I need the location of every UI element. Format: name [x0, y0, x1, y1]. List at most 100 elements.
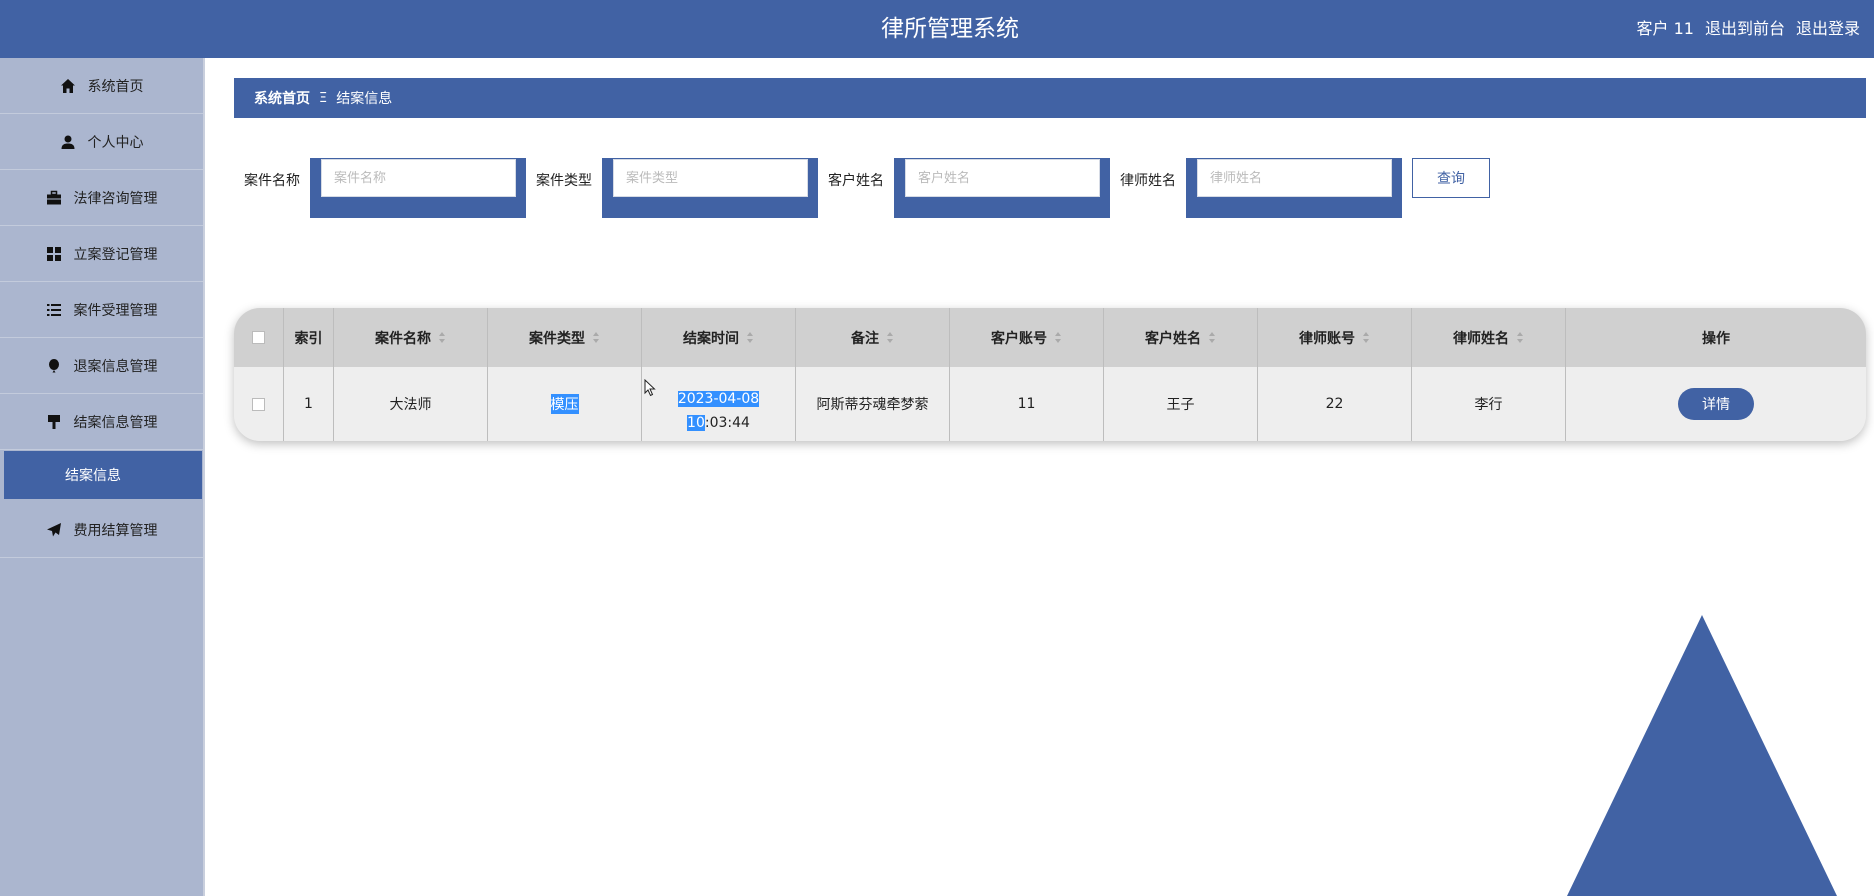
client-name-input[interactable]: [905, 159, 1100, 197]
column-header-label: 操作: [1702, 330, 1730, 347]
column-header-label: 律师姓名: [1453, 330, 1509, 347]
cell-action: 详情: [1566, 367, 1866, 441]
column-header-remark[interactable]: 备注: [796, 308, 950, 367]
breadcrumb-current: 结案信息: [336, 91, 393, 107]
briefcase-icon: [46, 190, 61, 204]
sidebar-item-label: 退案信息管理: [73, 358, 158, 375]
sidebar-item-label: 系统首页: [87, 78, 144, 95]
sort-icon[interactable]: [1363, 332, 1370, 343]
cell-close-time: 2023-04-08 10:03:44: [642, 367, 796, 441]
user-icon: [61, 135, 74, 149]
client-name-box: [894, 158, 1110, 218]
case-name-input[interactable]: [321, 159, 516, 197]
sidebar-item-label: 法律咨询管理: [73, 190, 158, 207]
sidebar-item-case-close[interactable]: 结案信息管理: [0, 394, 203, 450]
column-header-label: 结案时间: [683, 330, 739, 347]
column-header-label: 客户账号: [991, 330, 1047, 347]
mouse-cursor-icon: [644, 379, 656, 397]
case-type-label: 案件类型: [536, 173, 592, 189]
lawyer-name-box: [1186, 158, 1402, 218]
cell-client-account: 11: [950, 367, 1104, 441]
select-all-cell: [234, 308, 284, 367]
case-close-table: 索引 案件名称 案件类型 结案时间 备注 客户账号 客户姓名 律师账号 律师姓名…: [234, 308, 1866, 441]
home-icon: [60, 78, 75, 93]
sort-icon[interactable]: [593, 332, 600, 343]
cell-lawyer-name: 李行: [1412, 367, 1566, 441]
sidebar-item-legal-consult[interactable]: 法律咨询管理: [0, 170, 203, 226]
sidebar-item-label: 个人中心: [87, 134, 144, 151]
case-name-box: [310, 158, 526, 218]
column-header-lawyer-name[interactable]: 律师姓名: [1412, 308, 1566, 367]
table-header-row: 索引 案件名称 案件类型 结案时间 备注 客户账号 客户姓名 律师账号 律师姓名…: [234, 308, 1866, 367]
app-title: 律所管理系统: [881, 16, 1019, 42]
sidebar-item-case-register[interactable]: 立案登记管理: [0, 226, 203, 282]
header-actions: 客户 11 退出到前台 退出登录: [1637, 0, 1860, 58]
selected-text: 模压: [550, 394, 579, 414]
sidebar-item-label: 结案信息管理: [73, 414, 158, 431]
sort-icon[interactable]: [1209, 332, 1216, 343]
sidebar-subitem-case-close-info[interactable]: 结案信息: [4, 451, 202, 499]
column-header-close-time[interactable]: 结案时间: [642, 308, 796, 367]
sidebar-item-label: 立案登记管理: [73, 246, 158, 263]
sidebar-item-profile[interactable]: 个人中心: [0, 114, 203, 170]
case-type-input[interactable]: [613, 159, 808, 197]
top-header: 律所管理系统 客户 11 退出到前台 退出登录: [0, 0, 1874, 58]
table-row: 1 大法师 模压 2023-04-08 10:03:44 阿斯蒂芬魂牵梦萦 11…: [234, 367, 1866, 441]
column-header-action: 操作: [1566, 308, 1866, 367]
grid-icon: [46, 246, 61, 261]
cell-case-name: 大法师: [334, 367, 488, 441]
close-time-text: 2023-04-08 10:03:44: [642, 374, 795, 435]
sidebar-item-home[interactable]: 系统首页: [0, 58, 203, 114]
column-header-client-name[interactable]: 客户姓名: [1104, 308, 1258, 367]
column-header-label: 索引: [294, 330, 323, 347]
current-user: 客户 11: [1636, 19, 1694, 38]
sort-icon[interactable]: [747, 332, 754, 343]
lawyer-name-input[interactable]: [1197, 159, 1392, 197]
case-name-label: 案件名称: [244, 173, 300, 189]
sidebar-item-label: 费用结算管理: [73, 522, 158, 539]
stamp-icon: [47, 414, 60, 429]
column-header-case-name[interactable]: 案件名称: [334, 308, 488, 367]
query-button[interactable]: 查询: [1412, 158, 1490, 198]
balloon-icon: [48, 358, 59, 372]
column-header-client-account[interactable]: 客户账号: [950, 308, 1104, 367]
breadcrumb-separator: Ξ: [319, 90, 328, 106]
column-header-index: 索引: [284, 308, 334, 367]
breadcrumb: 系统首页 Ξ 结案信息: [234, 78, 1866, 118]
column-header-label: 案件类型: [529, 330, 585, 347]
select-all-checkbox[interactable]: [252, 331, 265, 344]
cell-client-name: 王子: [1104, 367, 1258, 441]
cell-index: 1: [284, 367, 334, 441]
sort-icon[interactable]: [887, 332, 894, 343]
decorative-triangle: [1567, 615, 1837, 896]
logout-link[interactable]: 退出登录: [1796, 0, 1860, 58]
sidebar-item-fee-settlement[interactable]: 费用结算管理: [0, 502, 203, 558]
paper-plane-icon: [46, 522, 61, 536]
row-checkbox[interactable]: [252, 397, 265, 411]
cell-lawyer-account: 22: [1258, 367, 1412, 441]
sidebar-subitem-label: 结案信息: [65, 468, 121, 484]
sort-icon[interactable]: [439, 332, 446, 343]
detail-button[interactable]: 详情: [1678, 388, 1754, 420]
column-header-label: 案件名称: [375, 330, 431, 347]
list-icon: [46, 303, 61, 316]
unselected-text: :03:44: [704, 414, 750, 431]
column-header-label: 律师账号: [1299, 330, 1355, 347]
breadcrumb-home[interactable]: 系统首页: [254, 88, 310, 108]
case-type-box: [602, 158, 818, 218]
column-header-lawyer-account[interactable]: 律师账号: [1258, 308, 1412, 367]
lawyer-name-label: 律师姓名: [1120, 173, 1176, 189]
client-name-label: 客户姓名: [828, 173, 884, 189]
row-select-cell: [234, 367, 284, 441]
sort-icon[interactable]: [1055, 332, 1062, 343]
sort-icon[interactable]: [1517, 332, 1524, 343]
back-to-front-link[interactable]: 退出到前台: [1705, 0, 1785, 58]
cell-case-type: 模压: [488, 367, 642, 441]
sidebar-item-case-withdraw[interactable]: 退案信息管理: [0, 338, 203, 394]
column-header-label: 客户姓名: [1145, 330, 1201, 347]
sidebar: 系统首页 个人中心 法律咨询管理 立案登记管理 案件受理管理 退案信息管理 结案…: [0, 58, 205, 896]
sidebar-item-label: 案件受理管理: [73, 302, 158, 319]
sidebar-item-case-accept[interactable]: 案件受理管理: [0, 282, 203, 338]
column-header-case-type[interactable]: 案件类型: [488, 308, 642, 367]
column-header-label: 备注: [851, 330, 879, 347]
